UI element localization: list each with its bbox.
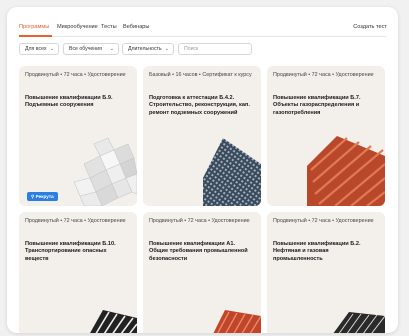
course-illustration	[73, 137, 137, 206]
tab-tests[interactable]: Тесты	[101, 24, 117, 30]
chevron-down-icon: ⌄	[109, 46, 114, 52]
course-meta: Продвинутый • 72 часа • Удостоверение	[25, 72, 126, 78]
active-tab-indicator	[19, 35, 52, 37]
create-test-link[interactable]: Создать тест	[353, 24, 387, 30]
course-title: Повышение квалификации Б.10. Транспортир…	[25, 241, 116, 262]
course-title: Повышение квалификации Б.2. Нефтяная и г…	[273, 241, 361, 262]
course-title: Подготовка к аттестации Б.4.2. Строитель…	[149, 95, 250, 116]
course-title: Повышение квалификации Б.9. Подъемные со…	[25, 95, 113, 109]
tabs-divider	[19, 36, 386, 37]
training-type-select[interactable]: Все обучения ⌄	[63, 43, 119, 55]
course-meta: Базовый • 16 часов • Сертификат к курсу	[149, 72, 252, 78]
course-title: Повышение квалификации А1. Общие требова…	[149, 241, 248, 262]
course-card[interactable]: Продвинутый • 72 часа • Удостоверение По…	[143, 212, 261, 333]
course-meta: Продвинутый • 72 часа • Удостоверение	[149, 218, 250, 224]
course-meta: Продвинутый • 72 часа • Удостоверение	[25, 218, 126, 224]
course-card[interactable]: Продвинутый • 72 часа • Удостоверение По…	[19, 66, 137, 206]
chevron-down-icon: ⌄	[49, 46, 54, 52]
training-type-select-value: Все обучения	[69, 46, 102, 52]
course-meta: Продвинутый • 72 часа • Удостоверение	[273, 218, 374, 224]
course-meta: Продвинутый • 72 часа • Удостоверение	[273, 72, 374, 78]
audience-select[interactable]: Для всех ⌄	[19, 43, 59, 55]
course-illustration	[90, 310, 137, 333]
course-illustration	[213, 310, 261, 333]
tab-microlearning[interactable]: Микрообучение	[57, 24, 98, 30]
user-icon: ⚲	[31, 194, 35, 199]
tab-webinars[interactable]: Вебинары	[123, 24, 149, 30]
course-card[interactable]: Базовый • 16 часов • Сертификат к курсу …	[143, 66, 261, 206]
chevron-down-icon: ⌄	[164, 46, 169, 52]
course-card[interactable]: Продвинутый • 72 часа • Удостоверение По…	[19, 212, 137, 333]
audience-select-value: Для всех	[25, 46, 47, 52]
course-illustration	[307, 136, 385, 206]
course-illustration	[203, 138, 261, 206]
course-illustration	[333, 312, 385, 333]
app-window: Программы Микрообучение Тесты Вебинары С…	[7, 7, 398, 333]
search-input[interactable]	[178, 43, 252, 55]
course-title: Повышение квалификации Б.7. Объекты газо…	[273, 95, 361, 116]
duration-select[interactable]: Длительность ⌄	[122, 43, 174, 55]
tab-programs[interactable]: Программы	[19, 24, 49, 30]
status-badge: ⚲ Рекрута	[27, 192, 58, 201]
duration-select-value: Длительность	[128, 46, 162, 52]
course-card[interactable]: Продвинутый • 72 часа • Удостоверение По…	[267, 66, 385, 206]
course-card[interactable]: Продвинутый • 72 часа • Удостоверение По…	[267, 212, 385, 333]
